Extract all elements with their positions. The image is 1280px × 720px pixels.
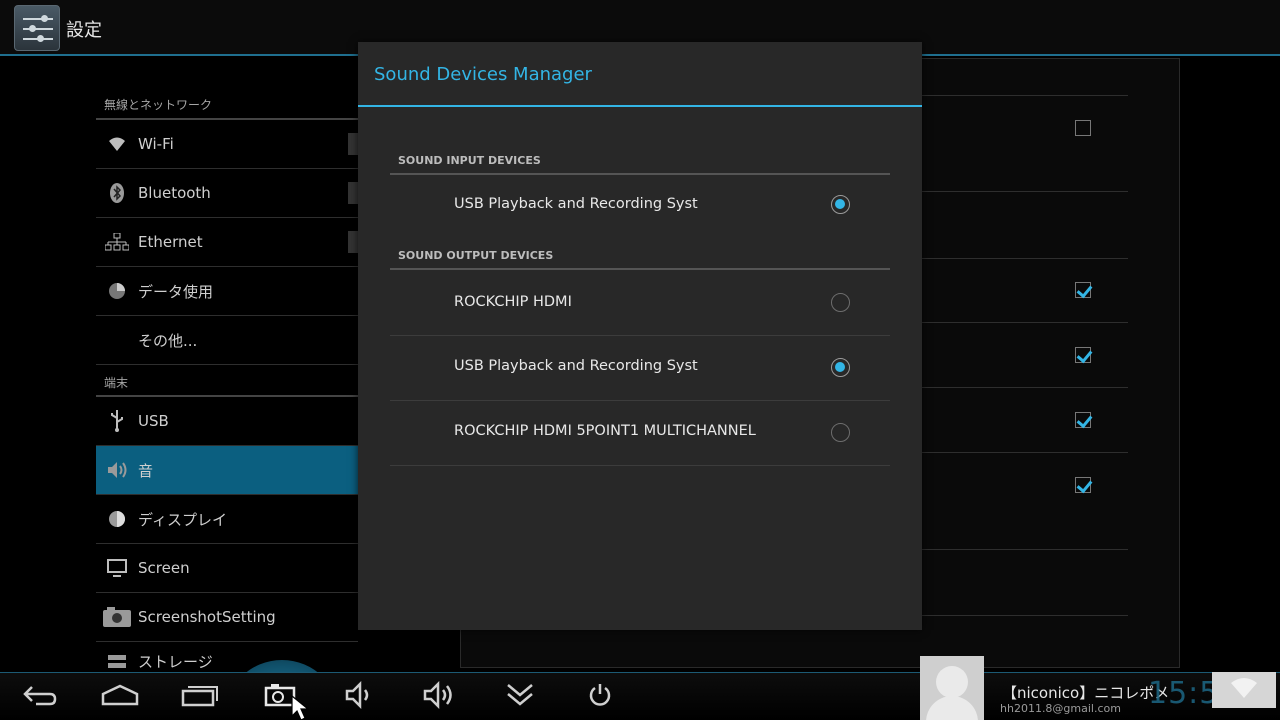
hide-bar-button[interactable] [500, 679, 540, 715]
sidebar-item-data-usage[interactable]: データ使用 [96, 267, 358, 316]
settings-app-icon[interactable] [14, 5, 60, 51]
setting-checkbox[interactable] [1075, 282, 1091, 298]
back-button[interactable] [20, 679, 60, 715]
wifi-status-indicator [1212, 672, 1276, 708]
setting-checkbox[interactable] [1075, 120, 1091, 136]
back-icon [22, 683, 58, 711]
sidebar-item-display[interactable]: ディスプレイ [96, 495, 358, 544]
output-device-row[interactable]: ROCKCHIP HDMI 5POINT1 MULTICHANNEL [390, 401, 890, 466]
display-icon [96, 509, 138, 529]
sound-icon [96, 460, 138, 480]
sidebar-item-bluetooth[interactable]: Bluetooth [96, 169, 358, 218]
home-button[interactable] [100, 679, 140, 715]
avatar [920, 656, 984, 720]
usb-icon [96, 410, 138, 432]
chevron-double-down-icon [505, 682, 535, 712]
input-device-row[interactable]: USB Playback and Recording Syst [390, 172, 890, 238]
volume-up-button[interactable] [420, 679, 460, 715]
wifi-icon [96, 136, 138, 152]
bluetooth-toggle[interactable] [348, 182, 358, 204]
wifi-icon [1229, 676, 1259, 704]
wifi-toggle[interactable] [348, 133, 358, 155]
sidebar-item-screen[interactable]: Screen [96, 544, 358, 593]
output-device-row[interactable]: USB Playback and Recording Syst [390, 336, 890, 401]
ethernet-toggle[interactable] [348, 231, 358, 253]
section-header-wireless: 無線とネットワーク [96, 86, 358, 120]
recent-apps-button[interactable] [180, 679, 220, 715]
section-header-device: 端末 [96, 365, 358, 397]
setting-checkbox[interactable] [1075, 347, 1091, 363]
section-header-output: SOUND OUTPUT DEVICES [390, 240, 890, 270]
recent-apps-icon [181, 683, 219, 711]
notification-title: 【niconico】ニコレポメ [1002, 684, 1170, 702]
device-label: USB Playback and Recording Syst [454, 358, 698, 374]
power-icon [587, 682, 613, 712]
volume-up-icon [422, 680, 458, 713]
mouse-cursor-icon [290, 694, 320, 720]
dialog-title: Sound Devices Manager [374, 64, 592, 85]
sidebar-item-usb[interactable]: USB [96, 397, 358, 446]
radio-button[interactable] [831, 195, 850, 214]
sidebar-item-ethernet[interactable]: Ethernet [96, 218, 358, 267]
device-label: USB Playback and Recording Syst [454, 196, 698, 212]
notification-subtitle: hh2011.8@gmail.com [1000, 702, 1121, 715]
ethernet-icon [96, 233, 138, 251]
sidebar-item-sound[interactable]: 音 [96, 446, 358, 495]
dialog-title-divider [358, 105, 922, 107]
radio-button[interactable] [831, 293, 850, 312]
settings-list: 無線とネットワーク Wi-Fi Bluetooth Ethernet データ使用… [96, 86, 358, 682]
storage-icon [96, 654, 138, 669]
radio-button[interactable] [831, 358, 850, 377]
screen-icon [96, 559, 138, 577]
data-usage-icon [96, 282, 138, 300]
output-device-row[interactable]: ROCKCHIP HDMI [390, 270, 890, 336]
power-button[interactable] [580, 679, 620, 715]
volume-down-icon [344, 680, 376, 713]
app-title: 設定 [66, 20, 102, 41]
camera-icon [96, 607, 138, 627]
sidebar-item-wifi[interactable]: Wi-Fi [96, 120, 358, 169]
sound-devices-dialog: Sound Devices Manager SOUND INPUT DEVICE… [358, 42, 922, 630]
bluetooth-icon [96, 183, 138, 203]
section-header-input: SOUND INPUT DEVICES [390, 145, 890, 175]
radio-button[interactable] [831, 423, 850, 442]
sidebar-item-more[interactable]: その他... [96, 316, 358, 365]
device-label: ROCKCHIP HDMI [454, 294, 572, 310]
sidebar-item-screenshot-setting[interactable]: ScreenshotSetting [96, 593, 358, 642]
device-label: ROCKCHIP HDMI 5POINT1 MULTICHANNEL [454, 423, 756, 439]
home-icon [101, 684, 139, 710]
setting-checkbox[interactable] [1075, 412, 1091, 428]
setting-checkbox[interactable] [1075, 477, 1091, 493]
volume-down-button[interactable] [340, 679, 380, 715]
